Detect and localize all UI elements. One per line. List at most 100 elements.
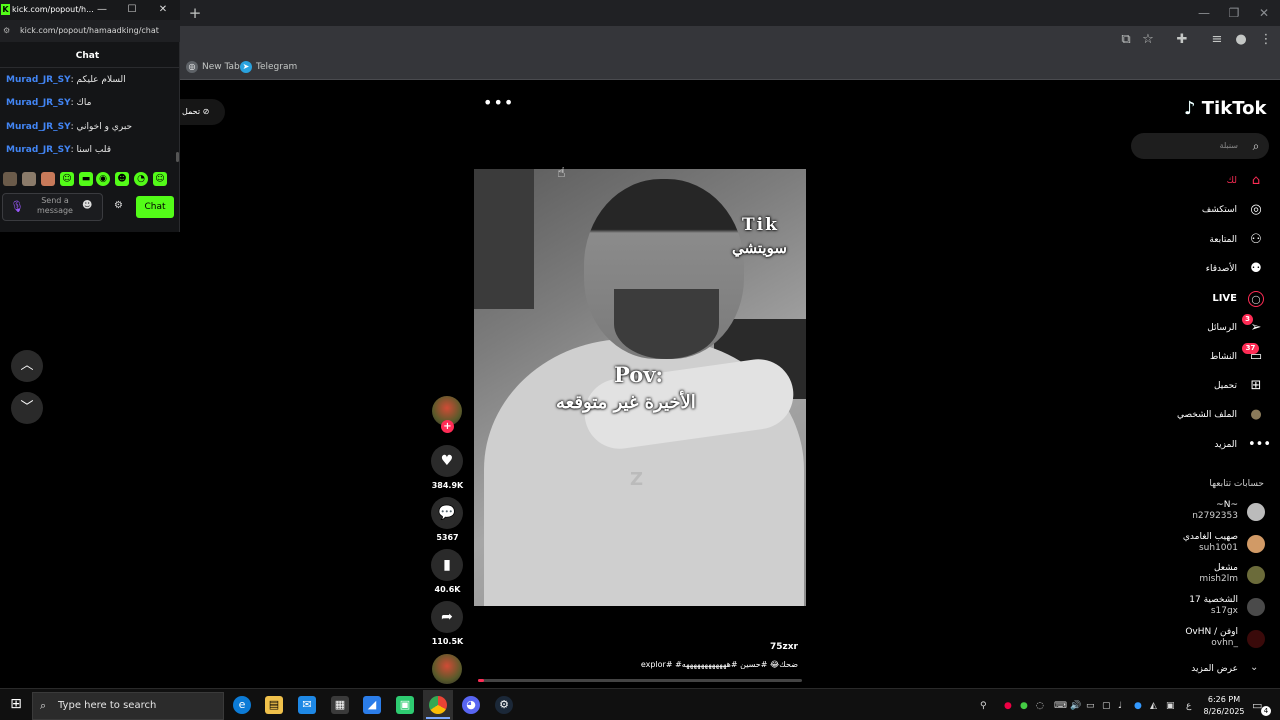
chat-username[interactable]: Murad_JR_SY <box>6 122 71 132</box>
bookmark-telegram[interactable]: ➤ Telegram <box>240 59 297 75</box>
sidebar-item-label: الأصدقاء <box>1205 264 1237 274</box>
comment-button[interactable]: 💬 <box>431 497 463 529</box>
file-explorer-icon[interactable]: ▤ <box>265 696 283 714</box>
minimize-icon[interactable]: — <box>1193 4 1215 22</box>
tray-app-icon-2[interactable]: ● <box>1020 701 1028 711</box>
chevron-down-icon[interactable]: ⌄ <box>1250 662 1258 673</box>
cast-icon[interactable]: ⧉ <box>1117 32 1135 48</box>
popout-url[interactable]: kick.com/popout/hamaadking/chat <box>20 25 159 37</box>
chat-message: Murad_JR_SY: قلب اسنا <box>6 142 111 158</box>
windows-start-icon[interactable]: ⊞ <box>8 696 24 712</box>
bookmark-new-tab[interactable]: ◎ New Tab <box>186 59 240 75</box>
more-options-icon[interactable]: ••• <box>483 95 513 114</box>
steam-icon[interactable]: ⚙ <box>495 696 513 714</box>
browser-window: + — ❐ ✕ ⧉ ☆ ✚ ≡ ● ⋮ ◎ New Tab ➤ Telegram… <box>0 0 1280 688</box>
music-disc-avatar[interactable] <box>432 654 462 684</box>
previous-video-button[interactable]: ︿ <box>11 350 43 382</box>
account-handle: mish2lm <box>1199 574 1238 584</box>
extensions-icon[interactable]: ✚ <box>1173 32 1191 48</box>
new-tab-button[interactable]: + <box>186 4 204 22</box>
share-count: 110.5K <box>431 637 464 646</box>
see-more-link[interactable]: عرض المزيد <box>1191 663 1238 675</box>
globe-icon: ◎ <box>186 61 198 73</box>
discord-icon[interactable]: ◕ <box>462 696 480 714</box>
heart-icon: ♥ <box>440 453 454 469</box>
account-avatar <box>1247 503 1265 521</box>
tray-app-icon-4[interactable]: ● <box>1134 701 1142 711</box>
taskbar-date[interactable]: 8/26/2025 <box>1203 706 1245 718</box>
like-button[interactable]: ♥ <box>431 445 463 477</box>
video-player[interactable]: Tik سويتشي Pov: الأخيرة غير متوقعه Z <box>474 169 806 606</box>
taskbar-time[interactable]: 6:26 PM <box>1203 694 1245 706</box>
chat-send-button[interactable]: Chat <box>136 196 174 218</box>
chat-username[interactable]: Murad_JR_SY <box>6 98 71 108</box>
following-account-text: OvHN / اوفن ovhn_ <box>1128 627 1238 649</box>
popout-close-icon[interactable]: ✕ <box>155 3 171 17</box>
emote-4[interactable]: ☺ <box>60 172 74 186</box>
sidebar-item-label: المتابعة <box>1209 235 1237 245</box>
bookmark-star-icon[interactable]: ☆ <box>1139 32 1157 48</box>
tray-app-icon-3[interactable]: ◌ <box>1036 701 1044 711</box>
android-icon[interactable]: ▣ <box>396 696 414 714</box>
emote-7[interactable]: ☻ <box>115 172 129 186</box>
microphone-icon[interactable]: 🎙 <box>10 199 24 215</box>
chat-text: قلب اسنا <box>76 145 111 155</box>
people-icon[interactable]: ⚲ <box>980 701 987 711</box>
tray-app-icon-6[interactable]: ▣ <box>1166 701 1175 711</box>
menu-icon[interactable]: ⋮ <box>1257 32 1275 48</box>
microphone-tray-icon[interactable]: ♩ <box>1118 701 1122 711</box>
account-handle: ovhn_ <box>1211 638 1238 648</box>
close-icon[interactable]: ✕ <box>1253 4 1275 22</box>
logo-text: TikTok <box>1201 98 1267 119</box>
profile-icon[interactable]: ● <box>1232 32 1250 48</box>
emoji-picker-icon[interactable]: ☻ <box>82 200 92 211</box>
volume-icon[interactable]: 🔊 <box>1070 701 1081 711</box>
emote-5[interactable]: ▬ <box>79 172 93 186</box>
mail-icon[interactable]: ✉ <box>298 696 316 714</box>
profile-avatar-icon: ● <box>1250 407 1262 422</box>
input-language[interactable]: ع <box>1186 701 1191 711</box>
bookmark-label: Telegram <box>256 62 298 72</box>
video-progress-track[interactable] <box>478 679 802 682</box>
media-icon[interactable]: ≡ <box>1208 32 1226 48</box>
video-overlay-caption: الأخيرة غير متوقعه <box>556 392 696 413</box>
app-icon[interactable]: ◢ <box>363 696 381 714</box>
chat-settings-icon[interactable]: ⚙ <box>114 200 123 211</box>
save-count: 40.6K <box>434 585 461 594</box>
emote-1[interactable] <box>3 172 17 186</box>
tray-app-icon-5[interactable]: ◭ <box>1150 701 1157 711</box>
sidebar-item-label: النشاط <box>1209 352 1237 362</box>
popout-minimize-icon[interactable]: — <box>94 3 110 17</box>
popout-maximize-icon[interactable]: ☐ <box>124 3 140 17</box>
video-username[interactable]: 75zxr <box>700 642 798 652</box>
chat-scrollbar[interactable] <box>176 152 179 162</box>
video-person-beard <box>614 289 719 359</box>
save-button[interactable]: ▮ <box>431 549 463 581</box>
next-video-button[interactable]: ﹀ <box>11 392 43 424</box>
site-info-icon[interactable]: ⚙ <box>3 26 10 35</box>
download-app-button[interactable]: تحمل ⊘ <box>180 99 225 125</box>
emote-6[interactable]: ◉ <box>96 172 110 186</box>
emote-8[interactable]: ◔ <box>134 172 148 186</box>
search-icon[interactable]: ⌕ <box>1249 138 1263 154</box>
emote-9[interactable]: ☺ <box>153 172 167 186</box>
notification-badge: 4 <box>1261 706 1271 716</box>
sidebar-item-label: LIVE <box>1212 293 1237 304</box>
chrome-icon[interactable] <box>429 696 447 714</box>
display-icon[interactable]: ▢ <box>1102 701 1111 711</box>
tiktok-logo[interactable]: ♪ TikTok <box>1184 98 1266 119</box>
keyboard-icon[interactable]: ⌨ <box>1054 701 1067 711</box>
network-icon[interactable]: ▭ <box>1086 701 1095 711</box>
emote-2[interactable] <box>22 172 36 186</box>
emote-3[interactable] <box>41 172 55 186</box>
maximize-icon[interactable]: ❐ <box>1223 4 1245 22</box>
chat-username[interactable]: Murad_JR_SY <box>6 145 71 155</box>
share-button[interactable]: ➦ <box>431 601 463 633</box>
tray-app-icon-1[interactable]: ● <box>1004 701 1012 711</box>
following-header: حسابات تتابعها <box>1209 479 1264 489</box>
sidebar-item-label: تحميل <box>1213 381 1237 391</box>
chat-username[interactable]: Murad_JR_SY <box>6 75 71 85</box>
follow-plus-icon[interactable]: + <box>441 420 454 433</box>
edge-icon[interactable]: e <box>233 696 251 714</box>
store-icon[interactable]: ▦ <box>331 696 349 714</box>
